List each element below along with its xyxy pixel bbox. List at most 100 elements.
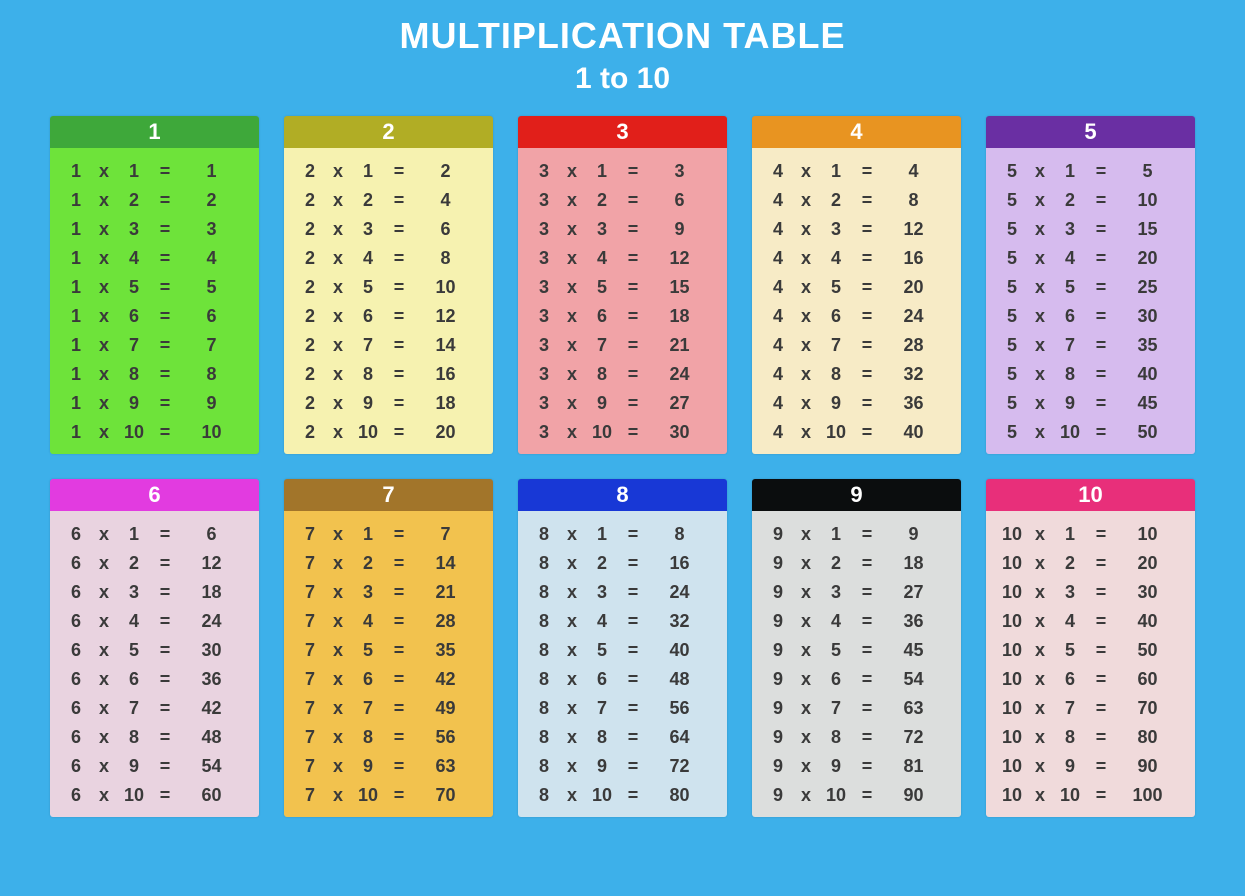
product: 40 — [1116, 365, 1183, 383]
table-row: 6x8=48 — [62, 722, 247, 751]
product: 40 — [648, 641, 715, 659]
equals-symbol: = — [150, 307, 180, 325]
times-symbol: x — [792, 554, 820, 572]
equals-symbol: = — [852, 699, 882, 717]
multiplicand: 7 — [296, 757, 324, 775]
table-row: 6x10=60 — [62, 780, 247, 809]
times-symbol: x — [558, 525, 586, 543]
table-row: 5x3=15 — [998, 214, 1183, 243]
times-symbol: x — [324, 249, 352, 267]
product: 21 — [648, 336, 715, 354]
multiplier: 5 — [586, 641, 618, 659]
table-row: 9x10=90 — [764, 780, 949, 809]
product: 12 — [648, 249, 715, 267]
times-symbol: x — [1026, 670, 1054, 688]
multiplier: 4 — [820, 612, 852, 630]
table-row: 4x7=28 — [764, 330, 949, 359]
times-symbol: x — [324, 394, 352, 412]
product: 30 — [648, 423, 715, 441]
times-symbol: x — [1026, 641, 1054, 659]
multiplier: 8 — [118, 728, 150, 746]
product: 28 — [882, 336, 949, 354]
product: 20 — [1116, 249, 1183, 267]
table-row: 1x7=7 — [62, 330, 247, 359]
multiplier: 2 — [820, 191, 852, 209]
table-row: 4x3=12 — [764, 214, 949, 243]
multiplier: 7 — [586, 336, 618, 354]
table-row: 5x10=50 — [998, 417, 1183, 446]
equals-symbol: = — [618, 249, 648, 267]
equals-symbol: = — [852, 278, 882, 296]
product: 20 — [882, 278, 949, 296]
product: 10 — [414, 278, 481, 296]
times-symbol: x — [558, 278, 586, 296]
times-symbol: x — [324, 191, 352, 209]
equals-symbol: = — [1086, 394, 1116, 412]
times-symbol: x — [324, 670, 352, 688]
table-row: 5x9=45 — [998, 388, 1183, 417]
equals-symbol: = — [1086, 757, 1116, 775]
multiplier: 5 — [820, 641, 852, 659]
table-row: 9x3=27 — [764, 577, 949, 606]
times-symbol: x — [324, 554, 352, 572]
table-row: 8x8=64 — [530, 722, 715, 751]
times-symbol: x — [792, 249, 820, 267]
multiplicand: 2 — [296, 423, 324, 441]
table-row: 4x1=4 — [764, 156, 949, 185]
multiplier: 8 — [352, 728, 384, 746]
table-row: 10x2=20 — [998, 548, 1183, 577]
product: 16 — [414, 365, 481, 383]
equals-symbol: = — [384, 249, 414, 267]
multiplier: 7 — [820, 699, 852, 717]
table-row: 8x1=8 — [530, 519, 715, 548]
multiplicand: 9 — [764, 554, 792, 572]
equals-symbol: = — [150, 249, 180, 267]
multiplicand: 8 — [530, 786, 558, 804]
multiplier: 7 — [352, 336, 384, 354]
product: 30 — [180, 641, 247, 659]
times-symbol: x — [558, 307, 586, 325]
multiplicand: 5 — [998, 307, 1026, 325]
table-row: 7x2=14 — [296, 548, 481, 577]
product: 32 — [648, 612, 715, 630]
multiplicand: 3 — [530, 191, 558, 209]
multiplier: 7 — [352, 699, 384, 717]
table-row: 3x5=15 — [530, 272, 715, 301]
times-symbol: x — [1026, 583, 1054, 601]
equals-symbol: = — [384, 525, 414, 543]
multiplicand: 10 — [998, 757, 1026, 775]
table-row: 8x3=24 — [530, 577, 715, 606]
table-row: 9x4=36 — [764, 606, 949, 635]
table-row: 4x6=24 — [764, 301, 949, 330]
table-row: 2x6=12 — [296, 301, 481, 330]
product: 6 — [180, 525, 247, 543]
multiplier: 9 — [1054, 757, 1086, 775]
table-row: 7x4=28 — [296, 606, 481, 635]
product: 48 — [648, 670, 715, 688]
multiplier: 8 — [1054, 728, 1086, 746]
times-symbol: x — [792, 278, 820, 296]
multiplicand: 10 — [998, 554, 1026, 572]
product: 24 — [882, 307, 949, 325]
multiplicand: 9 — [764, 612, 792, 630]
times-symbol: x — [792, 307, 820, 325]
product: 50 — [1116, 641, 1183, 659]
table-row: 3x2=6 — [530, 185, 715, 214]
product: 36 — [882, 612, 949, 630]
multiplier: 3 — [586, 220, 618, 238]
multiplier: 9 — [352, 757, 384, 775]
equals-symbol: = — [852, 307, 882, 325]
product: 40 — [882, 423, 949, 441]
equals-symbol: = — [384, 612, 414, 630]
multiplicand: 8 — [530, 641, 558, 659]
product: 3 — [180, 220, 247, 238]
multiplier: 6 — [1054, 307, 1086, 325]
equals-symbol: = — [384, 699, 414, 717]
product: 42 — [414, 670, 481, 688]
product: 18 — [882, 554, 949, 572]
equals-symbol: = — [1086, 191, 1116, 209]
multiplier: 4 — [1054, 249, 1086, 267]
card-body: 2x1=22x2=42x3=62x4=82x5=102x6=122x7=142x… — [284, 148, 493, 454]
times-symbol: x — [558, 612, 586, 630]
product: 100 — [1116, 786, 1183, 804]
